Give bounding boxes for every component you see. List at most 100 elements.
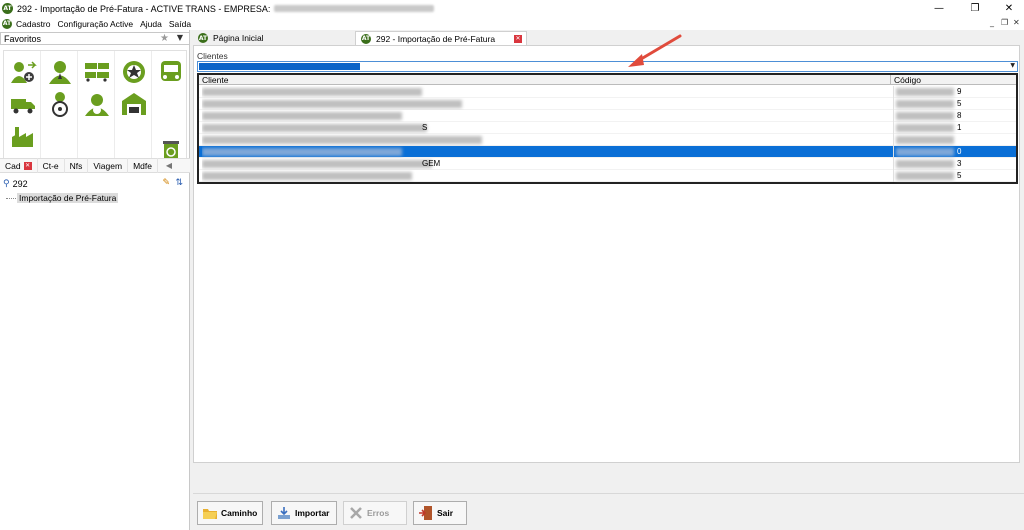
menu-cadastro[interactable]: Cadastro bbox=[16, 19, 51, 29]
codigo-cell: 8 bbox=[893, 110, 1016, 122]
minimize-icon[interactable]: — bbox=[922, 0, 956, 17]
caminho-label: Caminho bbox=[221, 508, 258, 518]
title-bar: AT 292 - Importação de Pré-Fatura - ACTI… bbox=[0, 0, 1024, 17]
user-manager-icon[interactable] bbox=[42, 57, 78, 87]
codigo-cell: 1 bbox=[893, 122, 1016, 134]
star-icon[interactable]: ★ bbox=[160, 33, 169, 44]
content-area: Clientes ▼ Cliente Código 9 5 8 S 1 0 GEM 3 5 bbox=[193, 45, 1020, 463]
motorist-icon[interactable] bbox=[79, 89, 115, 119]
sort-icon[interactable]: ⇅ bbox=[175, 178, 183, 188]
document-tabs: AT Página Inicial AT 292 - Importação de… bbox=[193, 30, 1024, 45]
column-header-codigo[interactable]: Código bbox=[890, 75, 921, 85]
codigo-text: 3 bbox=[957, 159, 962, 168]
folder-icon bbox=[203, 509, 217, 519]
cliente-cell: S bbox=[202, 122, 892, 134]
redacted-text bbox=[202, 136, 482, 144]
cliente-cell bbox=[202, 146, 892, 158]
tree-item[interactable]: Importação de Pré-Fatura bbox=[6, 192, 119, 204]
mdi-close-icon[interactable]: ✕ bbox=[1013, 18, 1020, 27]
menu-configuracao-active[interactable]: Configuração Active bbox=[58, 19, 134, 29]
tab-viagem[interactable]: Viagem bbox=[88, 158, 129, 173]
tab-cad-label: Cad bbox=[5, 160, 21, 171]
close-tab-icon[interactable]: ✕ bbox=[23, 161, 32, 170]
cliente-cell bbox=[202, 110, 892, 122]
tree-connector bbox=[6, 197, 16, 199]
clientes-dropdown-list[interactable]: Cliente Código 9 5 8 S 1 0 GEM 3 5 bbox=[197, 73, 1018, 184]
sair-label: Sair bbox=[437, 508, 454, 518]
redacted-text bbox=[202, 124, 427, 132]
erros-button[interactable]: Erros bbox=[343, 501, 407, 525]
factory-icon[interactable] bbox=[5, 121, 41, 151]
driver-steering-icon[interactable] bbox=[42, 89, 78, 119]
codigo-text: 5 bbox=[957, 99, 962, 108]
redacted-text bbox=[896, 124, 954, 132]
bus-icon[interactable] bbox=[153, 57, 189, 87]
codigo-cell: 5 bbox=[893, 170, 1016, 182]
redacted-text bbox=[896, 148, 954, 156]
menu-saida[interactable]: Saída bbox=[169, 19, 191, 29]
codigo-cell: 9 bbox=[893, 86, 1016, 98]
redacted-text bbox=[896, 172, 954, 180]
list-item[interactable]: GEM 3 bbox=[199, 158, 1016, 170]
close-tab-icon[interactable]: ✕ bbox=[514, 35, 522, 43]
caminho-button[interactable]: Caminho bbox=[197, 501, 263, 525]
close-icon[interactable]: ✕ bbox=[992, 0, 1024, 17]
add-user-icon[interactable] bbox=[5, 57, 41, 87]
driver-badge-icon[interactable] bbox=[116, 57, 152, 87]
grid-header: Cliente Código bbox=[199, 75, 1016, 85]
codigo-text: 9 bbox=[957, 87, 962, 96]
tab-cte[interactable]: Ct-e bbox=[38, 158, 65, 173]
list-item[interactable] bbox=[199, 134, 1016, 146]
scroll-left-icon[interactable]: ◀ bbox=[166, 161, 172, 170]
mdi-minimize-icon[interactable]: _ bbox=[990, 18, 994, 27]
cliente-cell bbox=[202, 86, 892, 98]
clientes-combobox[interactable]: ▼ bbox=[197, 61, 1018, 72]
cliente-text: S bbox=[422, 123, 428, 132]
list-item[interactable]: 0 bbox=[199, 146, 1016, 158]
annotation-arrow-icon bbox=[628, 34, 682, 67]
error-x-icon bbox=[350, 507, 362, 519]
tab-mdfe[interactable]: Mdfe bbox=[128, 158, 158, 173]
importar-label: Importar bbox=[295, 508, 330, 518]
list-item[interactable]: 9 bbox=[199, 86, 1016, 98]
importar-button[interactable]: Importar bbox=[271, 501, 337, 525]
menu-ajuda[interactable]: Ajuda bbox=[140, 19, 162, 29]
mdi-restore-icon[interactable]: ❐ bbox=[1001, 18, 1008, 27]
redacted-text bbox=[202, 172, 412, 180]
menu-search[interactable]: ⚲ 292 ✎ ⇅ bbox=[0, 177, 190, 191]
menu-bar: AT Cadastro Configuração Active Ajuda Sa… bbox=[0, 17, 1024, 30]
bottom-toolbar: Caminho Importar Erros Sair bbox=[193, 493, 1024, 530]
redacted-text bbox=[202, 88, 422, 96]
redacted-text bbox=[896, 160, 954, 168]
tree-item-label[interactable]: Importação de Pré-Fatura bbox=[17, 193, 119, 203]
combobox-selected-text bbox=[199, 63, 360, 70]
restore-icon[interactable]: ❐ bbox=[958, 0, 992, 17]
column-header-cliente[interactable]: Cliente bbox=[199, 75, 228, 85]
cliente-cell: GEM bbox=[202, 158, 892, 170]
sair-button[interactable]: Sair bbox=[413, 501, 467, 525]
redacted-company-name bbox=[274, 5, 435, 12]
list-item[interactable]: 8 bbox=[199, 110, 1016, 122]
list-item[interactable]: 5 bbox=[199, 98, 1016, 110]
codigo-cell: 3 bbox=[893, 158, 1016, 170]
fleet-icon[interactable] bbox=[79, 57, 115, 87]
garage-icon[interactable] bbox=[116, 89, 152, 119]
tab-cad[interactable]: Cad ✕ bbox=[0, 158, 38, 173]
truck-icon[interactable] bbox=[5, 89, 41, 119]
redacted-text bbox=[202, 100, 462, 108]
dropdown-arrow-icon[interactable]: ▼ bbox=[1010, 62, 1015, 69]
tab-importacao-pre-fatura[interactable]: AT 292 - Importação de Pré-Fatura ✕ bbox=[355, 31, 527, 45]
pin-icon[interactable]: ▼ bbox=[177, 33, 183, 42]
erros-label: Erros bbox=[367, 508, 390, 518]
tab-pagina-inicial[interactable]: AT Página Inicial bbox=[193, 31, 269, 45]
cliente-cell bbox=[202, 98, 892, 110]
left-tabstrip: Cad ✕ Ct-e Nfs Viagem Mdfe ◀ bbox=[0, 158, 190, 173]
list-item[interactable]: S1 bbox=[199, 122, 1016, 134]
clear-filter-icon[interactable]: ✎ bbox=[162, 178, 170, 188]
codigo-text: 1 bbox=[957, 123, 962, 132]
tab-logo-icon: AT bbox=[361, 33, 371, 44]
search-input[interactable]: 292 bbox=[13, 179, 28, 189]
tab-label: 292 - Importação de Pré-Fatura bbox=[376, 33, 496, 44]
list-item[interactable]: 5 bbox=[199, 170, 1016, 182]
tab-nfs[interactable]: Nfs bbox=[65, 158, 89, 173]
